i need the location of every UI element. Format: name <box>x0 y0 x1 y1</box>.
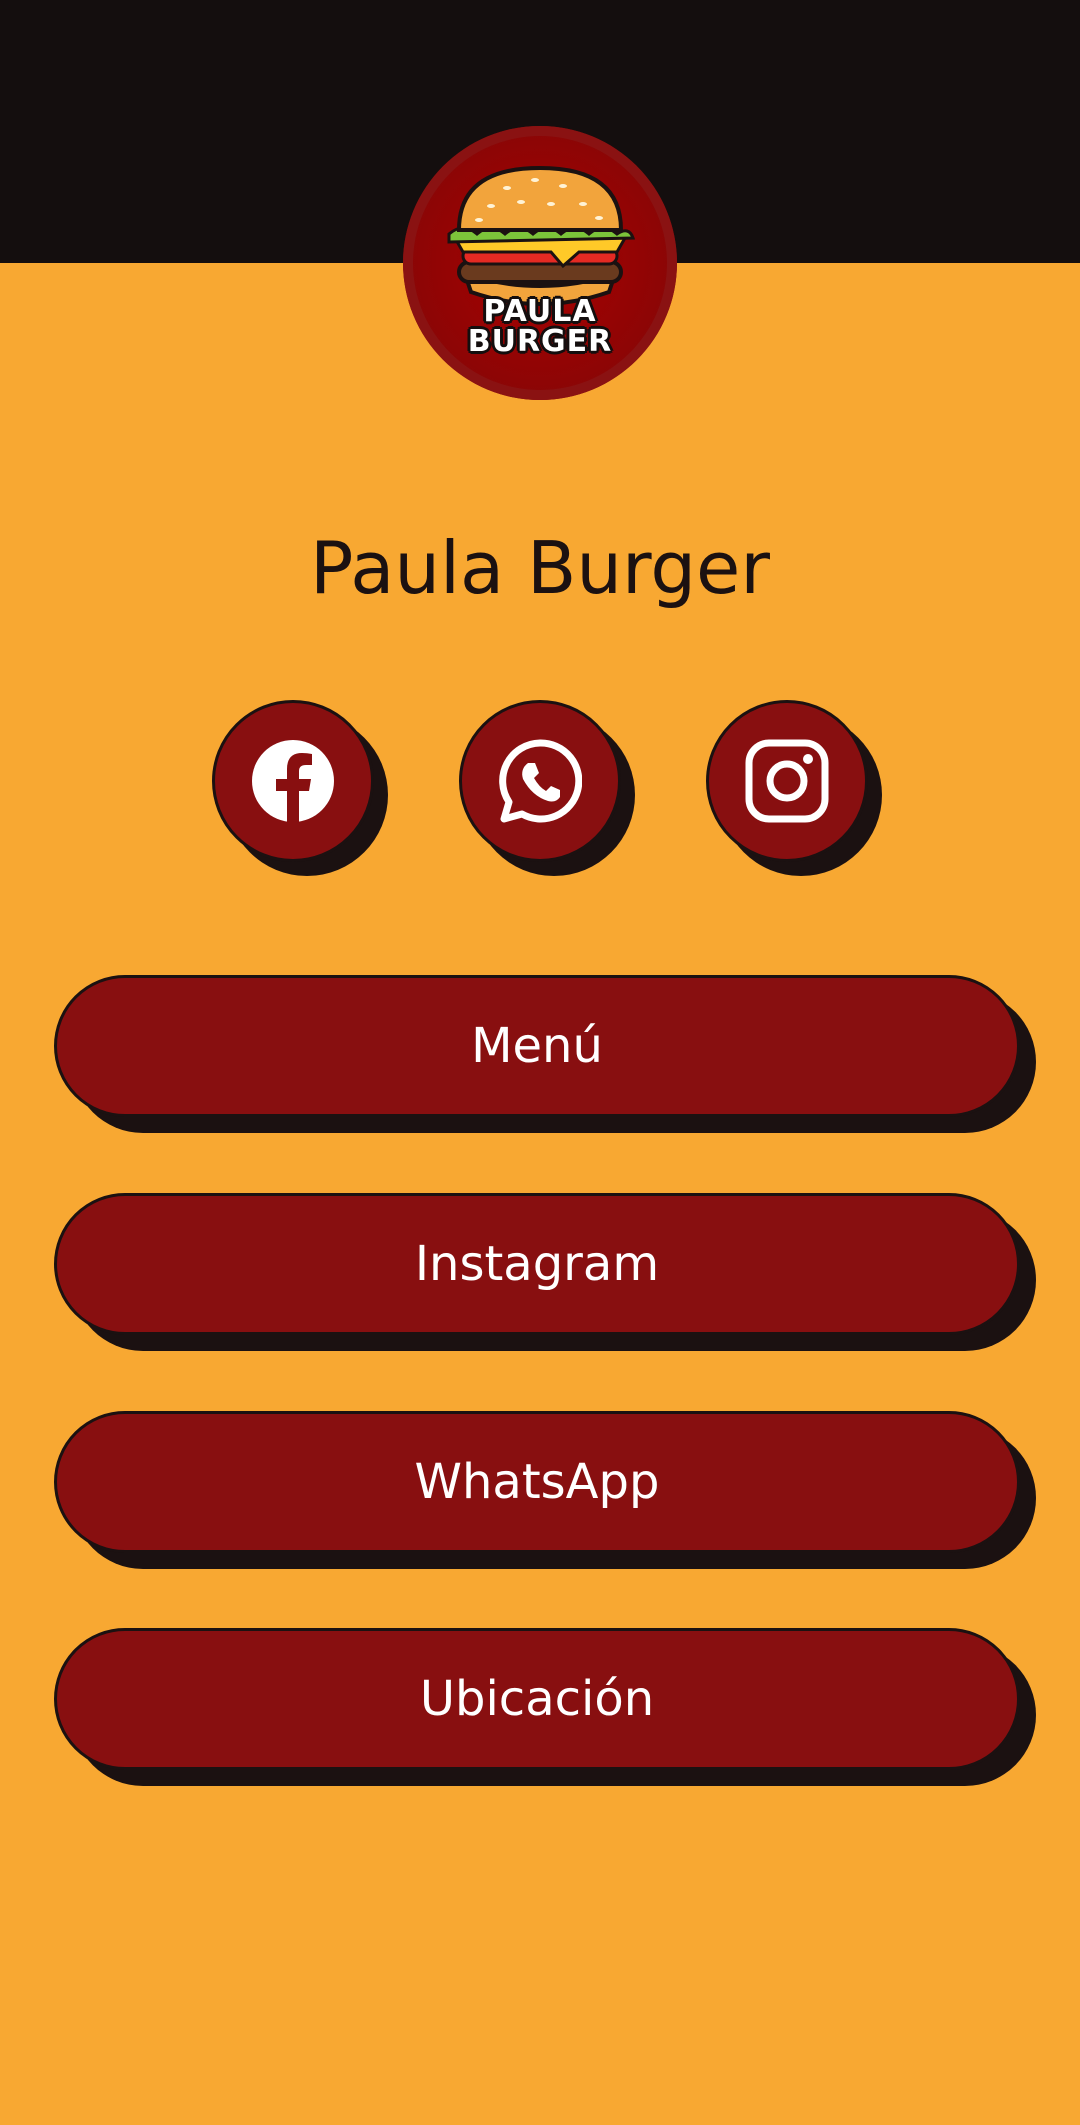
logo: PAULA BURGER <box>403 126 677 400</box>
logo-text-line2: BURGER <box>467 324 613 359</box>
instagram-link-button[interactable]: Instagram <box>54 1193 1020 1335</box>
link-menu: Menú <box>54 975 1036 1133</box>
facebook-button[interactable] <box>212 700 374 862</box>
instagram-social <box>706 700 882 876</box>
menu-button[interactable]: Menú <box>54 975 1020 1117</box>
whatsapp-icon <box>499 739 582 823</box>
instagram-icon <box>745 739 829 823</box>
whatsapp-link-button[interactable]: WhatsApp <box>54 1411 1020 1553</box>
location-button[interactable]: Ubicación <box>54 1628 1020 1770</box>
page-title: Paula Burger <box>310 526 770 610</box>
whatsapp-social <box>459 700 635 876</box>
instagram-button[interactable] <box>706 700 868 862</box>
link-whatsapp: WhatsApp <box>54 1411 1036 1569</box>
whatsapp-button[interactable] <box>459 700 621 862</box>
facebook-social <box>212 700 388 876</box>
link-location: Ubicación <box>54 1628 1036 1786</box>
facebook-icon <box>252 740 334 823</box>
link-instagram: Instagram <box>54 1193 1036 1351</box>
